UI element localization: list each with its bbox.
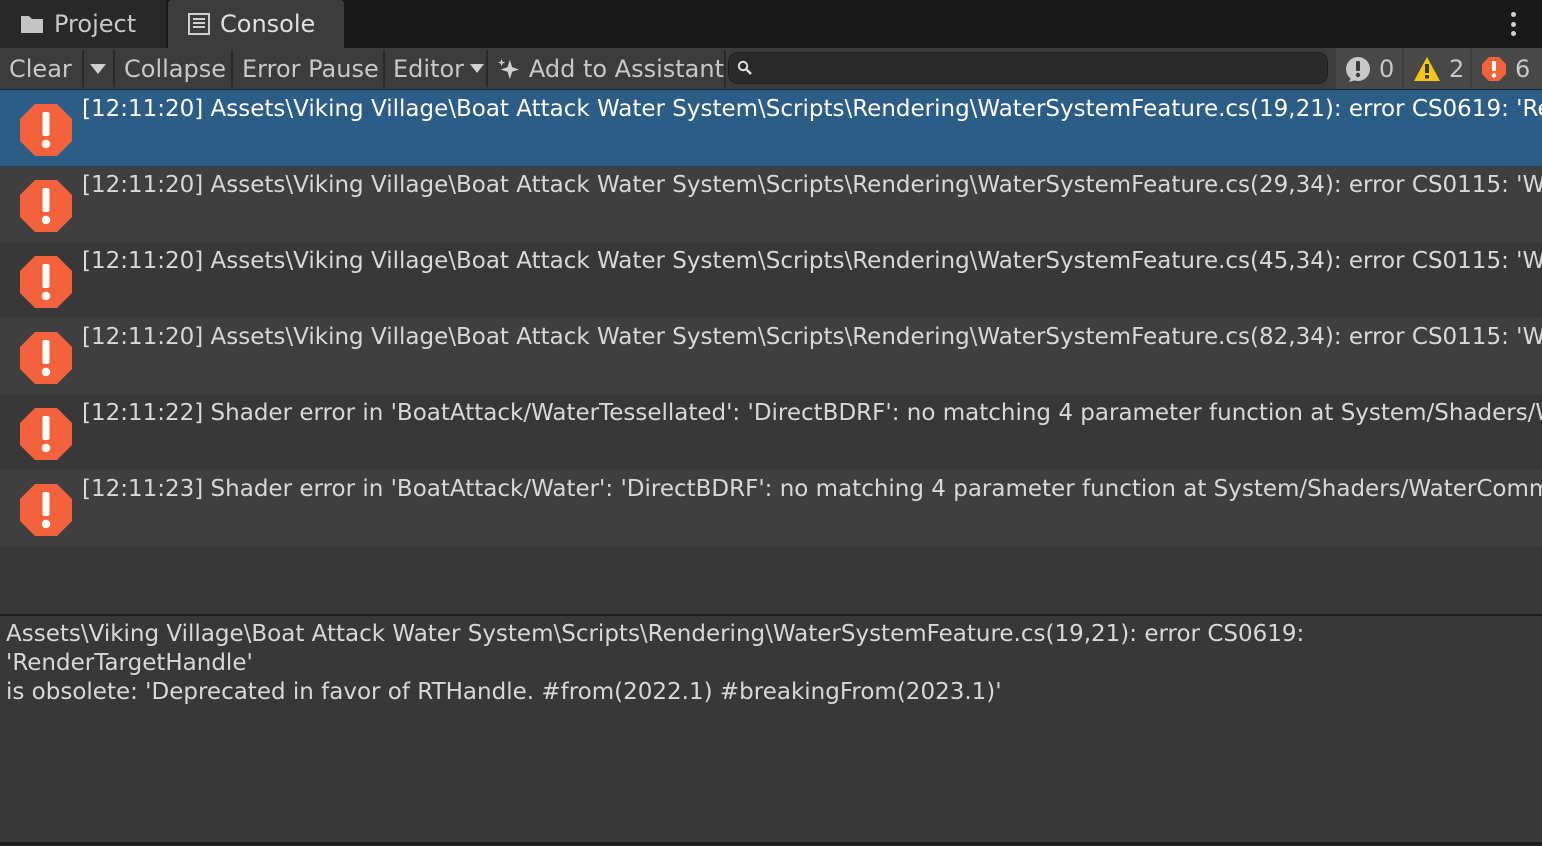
clear-button[interactable]: Clear <box>0 48 82 89</box>
log-entry-message: [12:11:20] Assets\Viking Village\Boat At… <box>82 96 1542 122</box>
console-log-list: [12:11:20] Assets\Viking Village\Boat At… <box>0 90 1542 614</box>
warning-icon <box>1414 56 1440 81</box>
search-field[interactable] <box>728 52 1328 84</box>
log-entry-message: [12:11:20] Assets\Viking Village\Boat At… <box>82 248 1542 274</box>
editor-dropdown[interactable]: Editor <box>384 48 486 89</box>
info-count-toggle[interactable]: 0 <box>1336 48 1402 89</box>
log-entry[interactable]: [12:11:20] Assets\Viking Village\Boat At… <box>0 90 1542 166</box>
search-input[interactable] <box>759 55 1327 81</box>
log-entry[interactable]: [12:11:20] Assets\Viking Village\Boat At… <box>0 242 1542 318</box>
log-detail-line-2: is obsolete: 'Deprecated in favor of RTH… <box>6 679 1002 705</box>
search-icon <box>737 60 752 75</box>
tab-project[interactable]: Project <box>0 0 166 48</box>
error-count-toggle[interactable]: 6 <box>1472 48 1542 89</box>
chevron-down-icon <box>470 64 485 73</box>
error-icon <box>20 256 72 308</box>
collapse-toggle[interactable]: Collapse <box>115 48 231 89</box>
panel-bottom-border <box>0 842 1542 846</box>
add-to-assistant-label: Add to Assistant <box>528 54 724 83</box>
info-icon <box>1345 56 1370 82</box>
tab-bar: Project Console <box>0 0 1542 48</box>
chevron-down-icon <box>90 63 106 74</box>
tab-console[interactable]: Console <box>168 0 344 48</box>
log-entry[interactable]: [12:11:23] Shader error in 'BoatAttack/W… <box>0 470 1542 546</box>
log-entry-message: [12:11:23] Shader error in 'BoatAttack/W… <box>82 476 1542 502</box>
info-count: 0 <box>1379 54 1395 83</box>
error-icon <box>20 104 72 156</box>
error-count: 6 <box>1515 54 1531 83</box>
log-entry[interactable]: [12:11:22] Shader error in 'BoatAttack/W… <box>0 394 1542 470</box>
error-icon <box>20 332 72 384</box>
sparkle-icon <box>497 58 520 79</box>
console-icon <box>188 13 210 35</box>
error-icon <box>20 408 72 460</box>
warning-count: 2 <box>1449 54 1465 83</box>
editor-dropdown-label: Editor <box>393 54 465 83</box>
log-entry[interactable]: [12:11:20] Assets\Viking Village\Boat At… <box>0 318 1542 394</box>
warning-count-toggle[interactable]: 2 <box>1404 48 1470 89</box>
clear-options-dropdown[interactable] <box>84 48 112 89</box>
folder-icon <box>21 16 43 33</box>
log-detail-line-1: Assets\Viking Village\Boat Attack Water … <box>6 621 1305 676</box>
log-entry-message: [12:11:22] Shader error in 'BoatAttack/W… <box>82 400 1542 426</box>
more-options-icon[interactable] <box>1502 12 1524 36</box>
tab-project-label: Project <box>54 10 137 38</box>
log-detail-panel: Assets\Viking Village\Boat Attack Water … <box>0 616 1542 842</box>
error-pause-toggle[interactable]: Error Pause <box>233 48 383 89</box>
add-to-assistant-button[interactable]: Add to Assistant <box>488 48 724 89</box>
error-icon <box>20 180 72 232</box>
console-toolbar: Clear Collapse Error Pause Editor Add to… <box>0 48 1542 90</box>
log-entry[interactable]: [12:11:20] Assets\Viking Village\Boat At… <box>0 166 1542 242</box>
error-icon <box>1482 56 1506 81</box>
log-entry-message: [12:11:20] Assets\Viking Village\Boat At… <box>82 324 1542 350</box>
tab-console-label: Console <box>220 10 316 38</box>
log-entry-message: [12:11:20] Assets\Viking Village\Boat At… <box>82 172 1542 198</box>
error-icon <box>20 484 72 536</box>
